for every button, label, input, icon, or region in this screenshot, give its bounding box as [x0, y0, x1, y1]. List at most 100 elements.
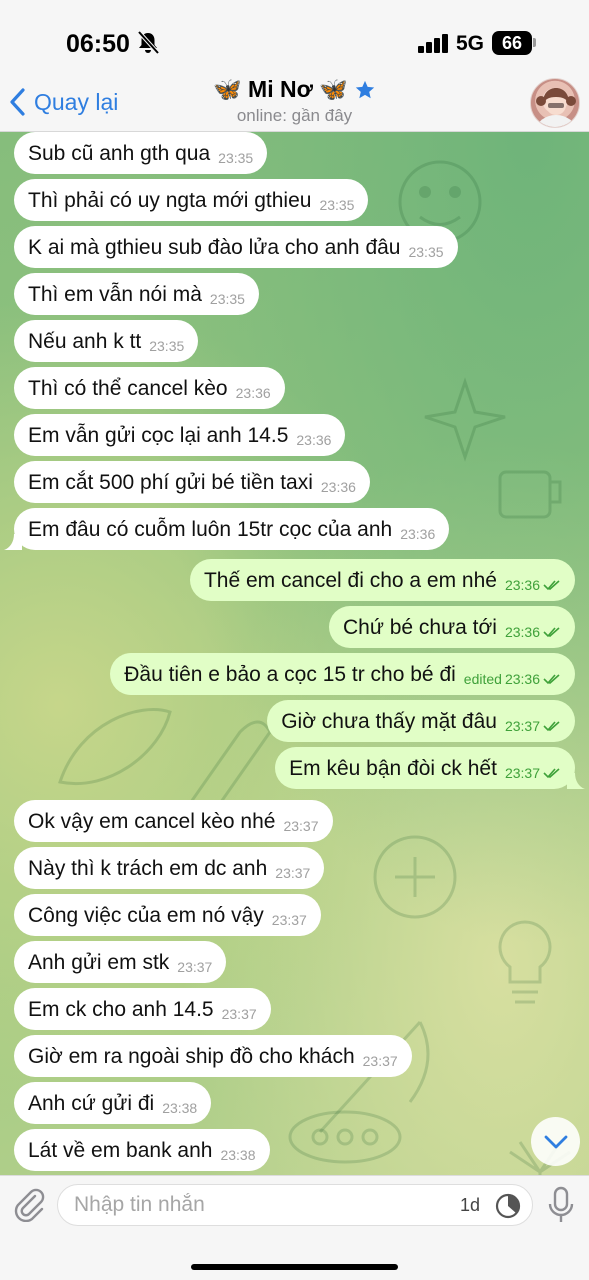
- butterfly-emoji-right: 🦋: [318, 76, 348, 102]
- incoming-message-bubble[interactable]: Công việc của em nó vậy 23:37: [14, 894, 321, 936]
- message-row: K ai mà gthieu sub đào lửa cho anh đâu 23…: [0, 226, 589, 268]
- incoming-message-bubble[interactable]: K ai mà gthieu sub đào lửa cho anh đâu 23…: [14, 226, 458, 268]
- signal-icon: [418, 33, 450, 53]
- incoming-message-bubble[interactable]: Nếu anh k tt 23:35: [14, 320, 199, 362]
- message-time: 23:36: [504, 577, 540, 593]
- message-text: Thì em vẫn nói mà: [28, 282, 202, 306]
- avatar-image: [536, 88, 576, 127]
- message-text: Lát về em bank anh: [28, 1138, 213, 1162]
- outgoing-message-bubble[interactable]: Đầu tiên e bảo a cọc 15 tr cho bé đi edit…: [110, 653, 575, 695]
- message-row: Nếu anh k tt 23:35: [0, 320, 589, 362]
- message-time: 23:36: [235, 385, 271, 401]
- read-ticks-icon: [543, 721, 560, 732]
- message-input[interactable]: [74, 1185, 434, 1225]
- message-time: 23:36: [320, 479, 356, 495]
- incoming-message-bubble[interactable]: Em vẫn gửi cọc lại anh 14.5 23:36: [14, 414, 346, 456]
- message-row: Sub cũ anh gth qua 23:35: [0, 132, 589, 174]
- message-text: K ai mà gthieu sub đào lửa cho anh đâu: [28, 235, 401, 259]
- chat-background[interactable]: Sub cũ anh gth qua 23:35 Thì phải có uy ng…: [0, 132, 589, 1175]
- message-row: Em kêu bận đòi ck hết 23:37: [0, 747, 589, 789]
- battery-icon: 66: [492, 31, 532, 55]
- microphone-icon[interactable]: [548, 1186, 574, 1224]
- message-meta: 23:36: [321, 479, 356, 495]
- timer-label[interactable]: 1d: [460, 1195, 480, 1216]
- incoming-message-bubble[interactable]: Anh cứ gửi đi 23:38: [14, 1082, 212, 1124]
- incoming-message-bubble[interactable]: Anh gửi em stk 23:37: [14, 941, 227, 983]
- chat-status: online: gần đây: [236, 106, 353, 125]
- status-time: 06:50: [66, 30, 130, 58]
- message-meta: 23:37: [222, 1006, 257, 1022]
- message-row: Thì có thể cancel kèo 23:36: [0, 367, 589, 409]
- message-text: Chứ bé chưa tới: [343, 615, 497, 639]
- message-meta: 23:37: [505, 718, 561, 734]
- message-meta: 23:37: [505, 765, 561, 781]
- message-meta: 23:37: [283, 818, 318, 834]
- chevron-down-icon: [544, 1135, 567, 1148]
- incoming-message-bubble[interactable]: Em cắt 500 phí gửi bé tiền taxi 23:36: [14, 461, 370, 503]
- incoming-message-bubble[interactable]: Ok vậy em cancel kèo nhé 23:37: [14, 800, 333, 842]
- message-text: Sub cũ anh gth qua: [28, 141, 211, 165]
- message-time: 23:36: [504, 624, 540, 640]
- incoming-message-bubble[interactable]: Thì có thể cancel kèo 23:36: [14, 367, 285, 409]
- read-ticks-icon: [543, 580, 560, 591]
- message-list[interactable]: Sub cũ anh gth qua 23:35 Thì phải có uy ng…: [0, 132, 589, 1175]
- avatar[interactable]: [530, 78, 580, 128]
- message-text: Này thì k trách em dc anh: [28, 856, 268, 880]
- message-text: Thì có thể cancel kèo: [28, 376, 228, 400]
- message-row: Thế em cancel đi cho a em nhé 23:36: [0, 559, 589, 601]
- message-text: Em kêu bận đòi ck hết: [289, 756, 497, 780]
- message-time: 23:36: [400, 526, 436, 542]
- message-text: Anh gửi em stk: [28, 950, 170, 974]
- incoming-message-bubble[interactable]: Em ck cho anh 14.5 23:37: [14, 988, 271, 1030]
- incoming-message-bubble[interactable]: Lát về em bank anh 23:38: [14, 1129, 270, 1171]
- paperclip-icon[interactable]: [13, 1188, 45, 1222]
- chat-name: Mi Nơ: [248, 76, 313, 102]
- message-meta: 23:38: [162, 1100, 197, 1116]
- outgoing-message-bubble[interactable]: Chứ bé chưa tới 23:36: [329, 606, 575, 648]
- chat-header[interactable]: 🦋 Mi Nơ 🦋 online: gần đây: [0, 76, 589, 126]
- incoming-message-bubble[interactable]: Em đâu có cuỗm luôn 15tr cọc của anh 23:3…: [14, 508, 450, 550]
- message-time: 23:35: [149, 338, 185, 354]
- message-field[interactable]: 1d: [57, 1184, 533, 1226]
- incoming-message-bubble[interactable]: Này thì k trách em dc anh 23:37: [14, 847, 325, 889]
- message-text: Giờ em ra ngoài ship đồ cho khách: [28, 1044, 355, 1068]
- message-row: Lát về em bank anh 23:38: [0, 1129, 589, 1171]
- timer-icon[interactable]: [494, 1192, 522, 1220]
- outgoing-message-bubble[interactable]: Giờ chưa thấy mặt đâu 23:37: [267, 700, 575, 742]
- incoming-message-bubble[interactable]: Thì phải có uy ngta mới gthieu 23:35: [14, 179, 369, 221]
- incoming-message-bubble[interactable]: Sub cũ anh gth qua 23:35: [14, 132, 268, 174]
- message-time: 23:37: [221, 1006, 257, 1022]
- message-time: 23:37: [283, 818, 319, 834]
- input-bar: 1d: [0, 1175, 589, 1280]
- message-row: Chứ bé chưa tới 23:36: [0, 606, 589, 648]
- scroll-down-button[interactable]: [531, 1117, 580, 1166]
- message-text: Em vẫn gửi cọc lại anh 14.5: [28, 423, 289, 447]
- message-row: Em đâu có cuỗm luôn 15tr cọc của anh 23:3…: [0, 508, 589, 550]
- incoming-message-bubble[interactable]: Giờ em ra ngoài ship đồ cho khách 23:37: [14, 1035, 412, 1077]
- message-meta: 23:37: [275, 865, 310, 881]
- message-meta: 23:37: [177, 959, 212, 975]
- message-time: 23:37: [504, 765, 540, 781]
- message-meta: 23:35: [210, 291, 245, 307]
- read-ticks-icon: [543, 627, 560, 638]
- message-row: Em vẫn gửi cọc lại anh 14.5 23:36: [0, 414, 589, 456]
- message-meta: 23:35: [149, 338, 184, 354]
- message-time: 23:38: [220, 1147, 256, 1163]
- outgoing-message-bubble[interactable]: Em kêu bận đòi ck hết 23:37: [275, 747, 575, 789]
- incoming-message-bubble[interactable]: Thì em vẫn nói mà 23:35: [14, 273, 259, 315]
- message-text: Em cắt 500 phí gửi bé tiền taxi: [28, 470, 313, 494]
- message-row: Em cắt 500 phí gửi bé tiền taxi 23:36: [0, 461, 589, 503]
- message-text: Em đâu có cuỗm luôn 15tr cọc của anh: [28, 517, 393, 541]
- message-text: Đầu tiên e bảo a cọc 15 tr cho bé đi: [124, 662, 456, 686]
- message-row: Em ck cho anh 14.5 23:37: [0, 988, 589, 1030]
- message-meta: 23:36: [505, 577, 561, 593]
- outgoing-message-bubble[interactable]: Thế em cancel đi cho a em nhé 23:36: [189, 559, 575, 601]
- bell-slash-icon: [137, 31, 159, 55]
- message-meta: 23:36: [296, 432, 331, 448]
- message-row: Thì em vẫn nói mà 23:35: [0, 273, 589, 315]
- message-meta: edited 23:36: [464, 671, 561, 687]
- message-text: Công việc của em nó vậy: [28, 903, 264, 927]
- message-text: Em ck cho anh 14.5: [28, 997, 214, 1021]
- network-type: 5G: [456, 32, 485, 55]
- message-text: Thế em cancel đi cho a em nhé: [203, 568, 497, 592]
